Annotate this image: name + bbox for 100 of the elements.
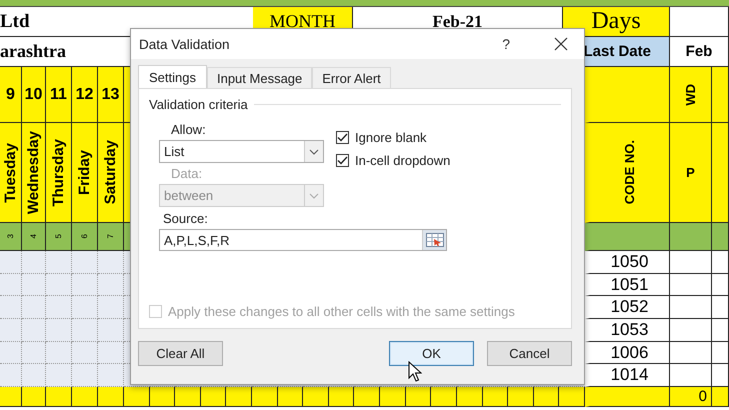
table-cell bbox=[670, 7, 729, 37]
table-cell bbox=[712, 251, 729, 274]
table-cell: 3 bbox=[6, 234, 15, 239]
table-cell bbox=[22, 296, 46, 320]
table-cell bbox=[559, 387, 585, 408]
checkbox-label: Apply these changes to all other cells with the same settings bbox=[168, 304, 515, 319]
table-cell: 9 bbox=[0, 67, 22, 123]
column-header: P bbox=[670, 123, 712, 223]
table-cell bbox=[22, 274, 46, 296]
table-cell bbox=[670, 223, 712, 251]
table-cell bbox=[46, 342, 72, 364]
table-cell bbox=[72, 364, 98, 388]
table-cell bbox=[72, 387, 98, 408]
table-cell bbox=[712, 223, 729, 251]
range-select-button[interactable] bbox=[422, 230, 446, 250]
table-cell: 5 bbox=[54, 234, 63, 239]
table-cell bbox=[380, 387, 406, 408]
table-cell bbox=[72, 342, 98, 364]
field-label: Source: bbox=[162, 211, 209, 226]
table-cell: Saturday bbox=[102, 140, 119, 205]
table-cell: 7 bbox=[106, 234, 115, 239]
table-cell bbox=[98, 364, 124, 388]
tab[interactable]: Input Message bbox=[206, 67, 312, 88]
table-cell bbox=[328, 387, 354, 408]
tab[interactable]: Error Alert bbox=[312, 67, 391, 88]
checkbox[interactable] bbox=[336, 154, 349, 167]
table-cell bbox=[98, 387, 124, 408]
cancel-button[interactable]: Cancel bbox=[487, 340, 572, 366]
table-cell: Tuesday bbox=[2, 142, 19, 202]
table-cell bbox=[354, 387, 380, 408]
table-cell bbox=[98, 274, 124, 296]
table-cell bbox=[22, 364, 46, 388]
table-cell: 13 bbox=[98, 67, 124, 123]
table-cell: Thursday bbox=[50, 138, 67, 206]
table-cell bbox=[46, 251, 72, 274]
table-cell bbox=[712, 296, 729, 320]
checkbox-label: In-cell dropdown bbox=[355, 153, 450, 168]
table-cell bbox=[712, 387, 729, 408]
table-cell bbox=[22, 387, 46, 408]
field-label: Data: bbox=[170, 166, 204, 181]
table-cell bbox=[0, 319, 22, 342]
table-cell bbox=[46, 364, 72, 388]
table-cell bbox=[72, 251, 98, 274]
table-cell bbox=[482, 387, 508, 408]
table-cell bbox=[72, 296, 98, 320]
checkbox-label: Ignore blank bbox=[355, 130, 427, 145]
table-cell: 11 bbox=[46, 67, 72, 123]
table-cell bbox=[175, 387, 201, 408]
table-cell bbox=[670, 251, 712, 274]
checkbox[interactable] bbox=[336, 131, 349, 144]
table-cell: 10 bbox=[22, 67, 46, 123]
table-cell bbox=[0, 296, 22, 320]
table-cell bbox=[0, 342, 22, 364]
table-cell: 12 bbox=[72, 67, 98, 123]
table-cell bbox=[72, 319, 98, 342]
tab[interactable]: Settings bbox=[138, 65, 207, 88]
table-cell bbox=[46, 319, 72, 342]
table-cell: Days bbox=[563, 7, 670, 37]
table-cell bbox=[200, 387, 226, 408]
table-cell bbox=[46, 387, 72, 408]
table-cell bbox=[72, 274, 98, 296]
table-cell bbox=[124, 387, 150, 408]
table-cell bbox=[406, 387, 432, 408]
table-cell bbox=[98, 296, 124, 320]
ok-button[interactable]: OK bbox=[389, 340, 474, 366]
close-icon bbox=[554, 37, 568, 51]
table-cell bbox=[712, 274, 729, 296]
chevron-down-icon bbox=[309, 192, 319, 198]
window-title: Data Validation bbox=[139, 36, 231, 52]
table-cell bbox=[226, 387, 252, 408]
column-header: WD bbox=[683, 84, 698, 106]
table-cell bbox=[278, 387, 304, 408]
group-title: Validation criteria bbox=[149, 97, 248, 112]
table-cell bbox=[431, 387, 457, 408]
table-cell: Friday bbox=[76, 150, 93, 195]
table-cell: 6 bbox=[80, 234, 89, 239]
table-cell bbox=[712, 319, 729, 342]
table-cell bbox=[98, 342, 124, 364]
table-cell bbox=[670, 319, 712, 342]
table-cell bbox=[150, 387, 176, 408]
table-cell bbox=[46, 274, 72, 296]
table-cell bbox=[0, 364, 22, 388]
table-cell: 0 bbox=[670, 387, 712, 408]
table-cell bbox=[22, 251, 46, 274]
table-cell bbox=[0, 251, 22, 274]
table-cell bbox=[98, 251, 124, 274]
help-button[interactable]: ? bbox=[502, 36, 510, 52]
table-cell bbox=[252, 387, 278, 408]
chevron-down-icon bbox=[309, 148, 319, 154]
table-cell bbox=[670, 342, 712, 364]
table-cell bbox=[98, 319, 124, 342]
table-cell bbox=[0, 387, 22, 408]
clear-button[interactable]: Clear All bbox=[138, 340, 223, 366]
range-picker-icon bbox=[426, 233, 444, 247]
table-cell bbox=[534, 387, 560, 408]
mouse-pointer-icon bbox=[408, 361, 422, 382]
table-cell bbox=[508, 387, 534, 408]
dropdown[interactable]: List bbox=[159, 140, 324, 163]
source-field[interactable]: A,P,L,S,F,R bbox=[159, 229, 447, 251]
table-cell: Wednesday bbox=[25, 130, 42, 214]
